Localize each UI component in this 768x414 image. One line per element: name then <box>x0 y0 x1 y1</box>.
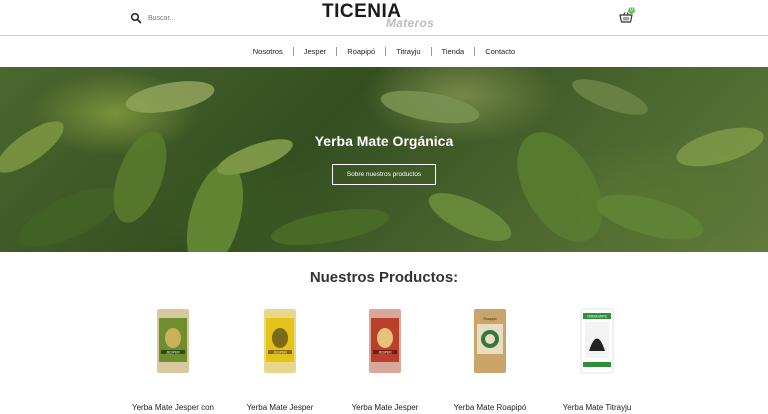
search-input[interactable] <box>148 14 268 22</box>
product-image[interactable]: JESPER <box>155 306 191 376</box>
cart-button[interactable]: 0 <box>619 7 637 25</box>
product-image[interactable]: Roapipó <box>472 306 508 376</box>
product-card[interactable]: JESPER Yerba Mate Jesper <box>330 306 440 414</box>
product-image[interactable]: JESPER <box>262 306 298 376</box>
product-card[interactable]: YERBA MATE Yerba Mate Titrayju <box>542 306 652 414</box>
main-nav: Nosotros Jesper Roapipó Titrayju Tienda … <box>0 36 768 67</box>
svg-text:JESPER: JESPER <box>166 351 180 355</box>
svg-text:Roapipó: Roapipó <box>483 317 496 321</box>
svg-text:YERBA MATE: YERBA MATE <box>587 315 607 319</box>
svg-text:JESPER: JESPER <box>378 351 392 355</box>
nav-item-contacto[interactable]: Contacto <box>475 47 525 56</box>
hero-title: Yerba Mate Orgánica <box>314 133 454 149</box>
product-name[interactable]: Yerba Mate Jesper con <box>118 403 228 412</box>
product-image[interactable]: YERBA MATE <box>579 306 615 376</box>
product-card[interactable]: JESPER Yerba Mate Jesper <box>225 306 335 414</box>
logo-sub-text: Materos <box>386 16 435 30</box>
about-products-button[interactable]: Sobre nuestros productos <box>332 164 436 185</box>
site-header: TICENIA Materos 0 <box>0 0 768 36</box>
site-logo[interactable]: TICENIA Materos <box>322 1 448 33</box>
hero-overlay <box>0 67 768 252</box>
nav-item-titrayju[interactable]: Titrayju <box>386 47 430 56</box>
product-card[interactable]: Roapipó Yerba Mate Roapipó <box>435 306 545 414</box>
product-name[interactable]: Yerba Mate Titrayju <box>542 403 652 412</box>
search-box[interactable] <box>130 9 290 27</box>
search-icon[interactable] <box>130 12 142 24</box>
nav-item-roapipo[interactable]: Roapipó <box>337 47 385 56</box>
svg-text:JESPER: JESPER <box>273 351 287 355</box>
nav-item-nosotros[interactable]: Nosotros <box>243 47 293 56</box>
product-card[interactable]: JESPER Yerba Mate Jesper con <box>118 306 228 414</box>
product-name[interactable]: Yerba Mate Jesper <box>225 403 335 412</box>
nav-item-tienda[interactable]: Tienda <box>432 47 475 56</box>
product-name[interactable]: Yerba Mate Roapipó <box>435 403 545 412</box>
cart-count-badge: 0 <box>628 7 635 14</box>
hero-banner: Yerba Mate Orgánica Sobre nuestros produ… <box>0 67 768 252</box>
nav-item-jesper[interactable]: Jesper <box>294 47 337 56</box>
product-image[interactable]: JESPER <box>367 306 403 376</box>
product-name[interactable]: Yerba Mate Jesper <box>330 403 440 412</box>
products-section-title: Nuestros Productos: <box>309 269 459 286</box>
